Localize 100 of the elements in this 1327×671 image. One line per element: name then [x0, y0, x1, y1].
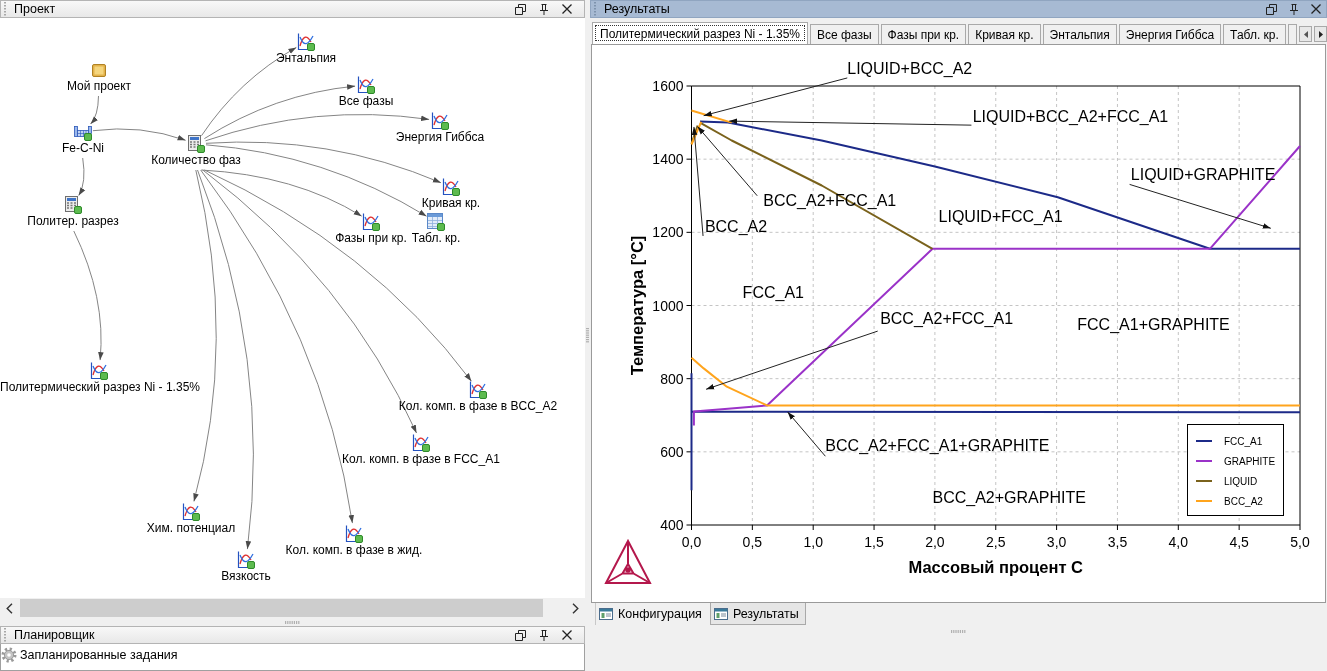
tick-label: 1200	[652, 224, 684, 241]
tab[interactable]: Фазы при кр.	[880, 24, 967, 44]
tick-label: 1,0	[803, 534, 823, 550]
tick-label: 4,0	[1168, 534, 1189, 550]
splitter-grip-icon[interactable]	[951, 630, 966, 633]
restore-icon[interactable]	[515, 629, 526, 641]
tree-item[interactable]: Запланированные задания	[1, 644, 180, 666]
node-label[interactable]: Кол. комп. в фазе в FCC_A1	[342, 452, 500, 466]
connector-arrow	[78, 157, 85, 197]
triangle-logo-icon	[604, 538, 652, 584]
tick-label: 1,5	[864, 534, 884, 550]
phase-label: BCC_A2	[704, 218, 768, 235]
connector-arrow	[90, 95, 99, 125]
tick-label: 0,0	[681, 534, 702, 550]
node-label[interactable]: Мой проект	[66, 79, 132, 93]
chart-icon[interactable]	[412, 434, 430, 452]
tab[interactable]: Энергия Гиббса	[1118, 24, 1222, 44]
calculator-icon[interactable]	[64, 196, 82, 214]
node-label[interactable]: Fe-C-Ni	[62, 141, 104, 155]
node-label[interactable]: Табл. кр.	[411, 231, 461, 245]
node-label[interactable]: Политер. разрез	[27, 214, 119, 228]
legend-label: GRAPHITE	[1224, 455, 1276, 467]
window-icon	[599, 608, 613, 620]
tick-label: 4,5	[1229, 534, 1249, 550]
phase-label: LIQUID+FCC_A1	[938, 207, 1063, 225]
tab-scroll-right-button[interactable]	[1314, 26, 1327, 42]
close-icon[interactable]	[562, 4, 572, 14]
node-label[interactable]: Кривая кр.	[421, 196, 481, 210]
chart-icon[interactable]	[237, 551, 255, 569]
node-label[interactable]: Хим. потенциал	[146, 521, 236, 535]
phase-label: FCC_A1	[742, 283, 804, 301]
tick-label: 2,0	[925, 534, 945, 550]
tick-label: 3,0	[1046, 534, 1067, 550]
panel-title: Планировщик	[14, 627, 95, 643]
axis-title: Массовый процент C	[908, 558, 1083, 576]
chart-icon[interactable]	[182, 503, 200, 521]
splitter-grip-icon[interactable]	[285, 620, 300, 624]
splitter-grip-icon[interactable]	[586, 328, 589, 343]
drag-handle-icon[interactable]	[594, 2, 596, 16]
close-icon[interactable]	[562, 630, 572, 640]
caret-left-icon	[1303, 30, 1308, 38]
node-label[interactable]: Энергия Гиббса	[395, 130, 485, 144]
chart-icon[interactable]	[362, 213, 380, 231]
node-label[interactable]: Количество фаз	[151, 153, 241, 167]
pin-icon[interactable]	[539, 3, 549, 15]
phase-label: LIQUID+BCC_A2+FCC_A1	[972, 107, 1169, 125]
tick-label: 2,5	[986, 534, 1006, 550]
tab[interactable]: Энтальпия	[1042, 24, 1117, 44]
drag-handle-icon[interactable]	[4, 628, 6, 642]
scroll-right-icon[interactable]	[572, 602, 579, 614]
caret-right-icon	[1318, 30, 1323, 38]
chart-icon[interactable]	[442, 178, 460, 196]
tick-label: 3,5	[1107, 534, 1128, 550]
tab[interactable]: Политермический разрез Ni - 1.35%	[592, 22, 808, 44]
restore-icon[interactable]	[1266, 3, 1277, 15]
table-icon[interactable]	[427, 213, 445, 231]
folder-icon[interactable]	[90, 61, 108, 79]
node-label[interactable]: Кол. комп. в фазе в жид.	[285, 543, 423, 557]
pin-icon[interactable]	[1289, 3, 1299, 15]
tab[interactable]: Кривая кр.	[968, 24, 1041, 44]
node-label[interactable]: Фазы при кр.	[335, 231, 407, 245]
phase-label: BCC_A2+GRAPHITE	[932, 488, 1086, 506]
chart-icon[interactable]	[297, 33, 315, 51]
scroll-left-icon[interactable]	[6, 602, 13, 614]
close-icon[interactable]	[1311, 4, 1321, 14]
chart-icon[interactable]	[469, 381, 487, 399]
node-label[interactable]: Энтальпия	[275, 51, 337, 65]
tick-label: 1600	[652, 78, 684, 94]
node-label[interactable]: Кол. комп. в фазе в BCC_A2	[398, 399, 558, 413]
legend-label: BCC_A2	[1224, 495, 1263, 507]
pin-icon[interactable]	[539, 629, 549, 641]
node-label[interactable]: Вязкость	[221, 569, 271, 583]
phase-label: BCC_A2+FCC_A1+GRAPHITE	[825, 437, 1050, 455]
chart-icon[interactable]	[90, 362, 108, 380]
axis-title: Температура [°C]	[628, 235, 646, 376]
tick-label: 1000	[652, 297, 684, 314]
drag-handle-icon[interactable]	[4, 2, 6, 16]
tick-label: 5,0	[1290, 534, 1310, 550]
phase-label: LIQUID+BCC_A2	[847, 59, 973, 77]
window-icon	[713, 607, 728, 620]
tick-label: 1400	[652, 151, 684, 168]
tab[interactable]: Конфигурация	[595, 603, 708, 625]
tab[interactable]: Результаты	[709, 603, 806, 625]
phase-label: FCC_A1+GRAPHITE	[1077, 315, 1230, 333]
node-label[interactable]: Все фазы	[338, 94, 394, 108]
scrollbar-thumb[interactable]	[20, 599, 544, 617]
tab[interactable]: Табл. кр.	[1223, 24, 1286, 44]
chart-icon[interactable]	[345, 525, 363, 543]
chart-icon[interactable]	[431, 112, 449, 130]
panel-title: Проект	[14, 1, 56, 17]
legend-label: LIQUID	[1224, 475, 1258, 487]
node-label[interactable]: Политермический разрез Ni - 1.35%	[0, 380, 200, 394]
tick-label: 0,5	[742, 534, 763, 550]
restore-icon[interactable]	[515, 3, 526, 15]
panel-title: Результаты	[604, 1, 670, 17]
tab-scroll-left-button[interactable]	[1299, 26, 1312, 42]
tab[interactable]: Все фазы	[810, 24, 879, 44]
calculator-icon[interactable]	[187, 135, 205, 153]
periodic-table-icon[interactable]	[74, 123, 92, 141]
chart-icon[interactable]	[357, 76, 375, 94]
